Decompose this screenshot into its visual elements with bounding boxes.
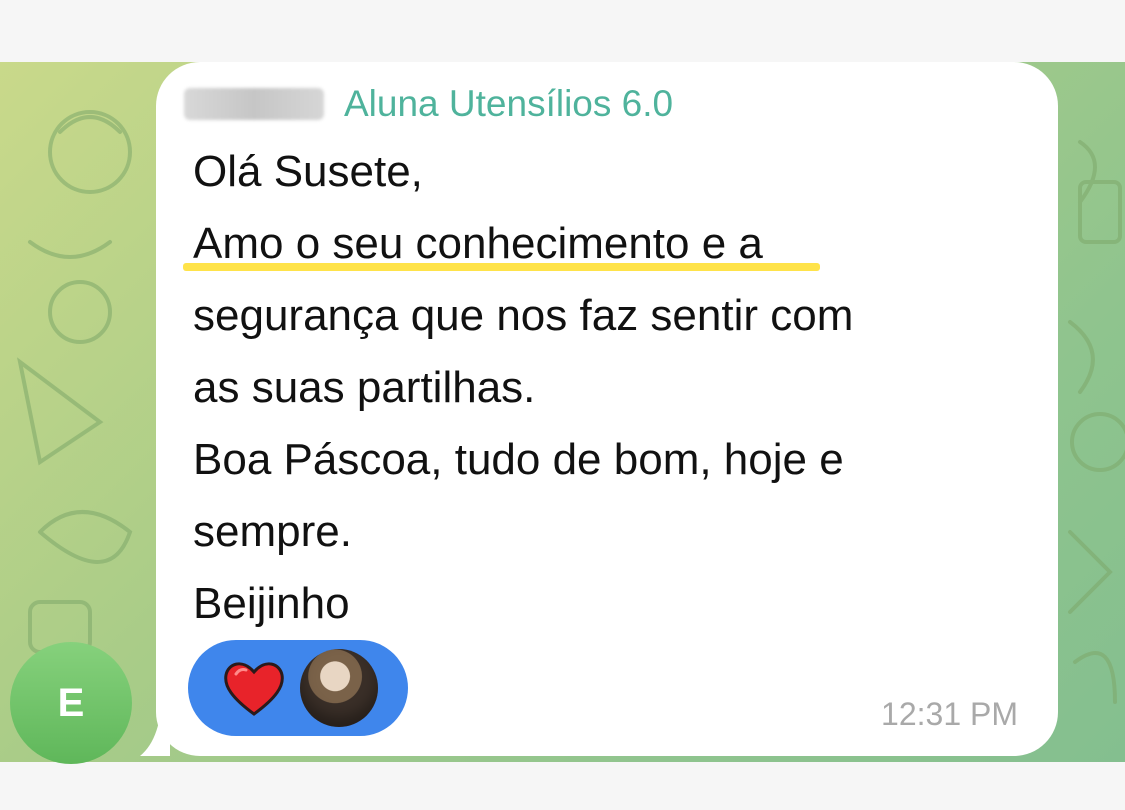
message-line: as suas partilhas. xyxy=(193,363,536,412)
avatar-initial: E xyxy=(57,680,85,725)
heart-icon xyxy=(224,662,284,716)
message-timestamp: 12:31 PM xyxy=(881,696,1018,732)
message-line: sempre. xyxy=(193,507,352,556)
reactor-avatar[interactable] xyxy=(300,649,378,727)
message-line: Boa Páscoa, tudo de bom, hoje e xyxy=(193,435,844,484)
sender-avatar[interactable]: E xyxy=(10,642,132,764)
message-text: Olá Susete, Amo o seu conhecimento e a s… xyxy=(193,136,853,640)
sender-name[interactable]: Aluna Utensílios 6.0 xyxy=(344,83,673,125)
reaction-pill[interactable] xyxy=(188,640,408,736)
message-line: Olá Susete, xyxy=(193,147,423,196)
message-line: Beijinho xyxy=(193,579,350,628)
redacted-sender-prefix xyxy=(184,88,324,120)
sender-row: Aluna Utensílios 6.0 xyxy=(184,82,673,126)
message-line: Amo o seu conhecimento e a xyxy=(193,219,763,268)
message-bubble[interactable]: Aluna Utensílios 6.0 Olá Susete, Amo o s… xyxy=(156,62,1058,756)
message-line: segurança que nos faz sentir com xyxy=(193,291,854,340)
